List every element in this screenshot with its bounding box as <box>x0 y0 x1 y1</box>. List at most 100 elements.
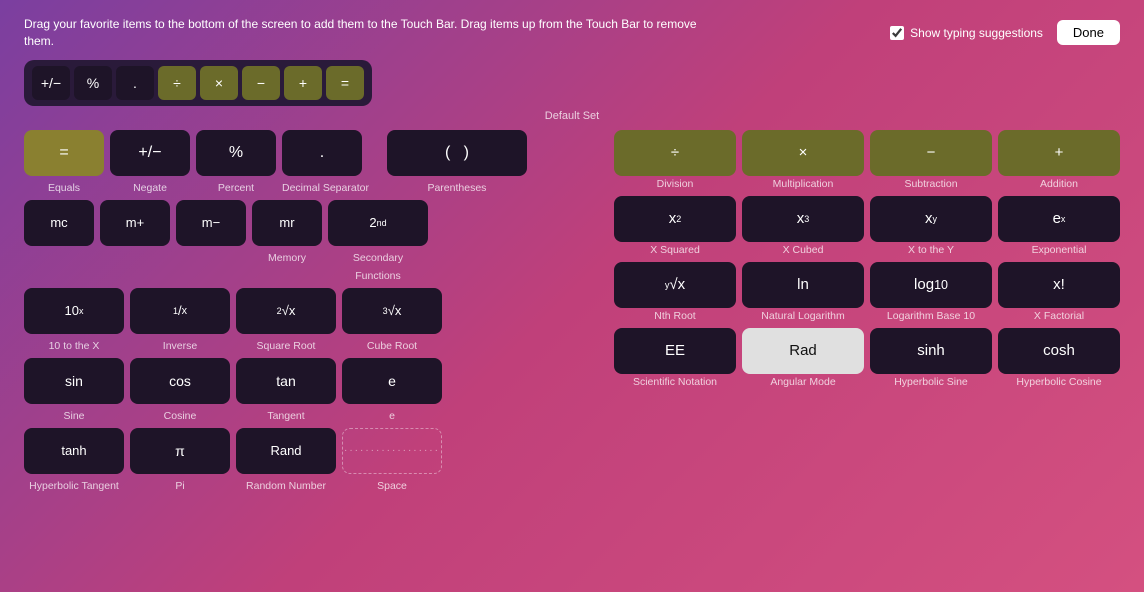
row1-buttons: = +/− % . <box>24 130 369 176</box>
ds-subtract[interactable]: − <box>242 66 280 100</box>
equals-button[interactable]: = <box>24 130 104 176</box>
inverse-button[interactable]: 1/x <box>130 288 230 334</box>
cbrt-button[interactable]: 3√x <box>342 288 442 334</box>
cos-label: Cosine <box>130 406 230 424</box>
ds-add[interactable]: + <box>284 66 322 100</box>
main-grid: = +/− % . Equals Negate Percent Decimal … <box>24 130 1120 498</box>
row4: sin cos tan e Sine Cosine Tangent e <box>24 358 584 424</box>
tan-button[interactable]: tan <box>236 358 336 404</box>
10x-label: 10 to the X <box>24 336 124 354</box>
roots-row: y√x ln log10 x! Nth Root Natural Logarit… <box>614 262 1120 322</box>
ds-negate[interactable]: +/− <box>32 66 70 100</box>
subtraction-button[interactable]: − <box>870 130 992 176</box>
ln-button[interactable]: ln <box>742 262 864 308</box>
10x-button[interactable]: 10x <box>24 288 124 334</box>
percent-label: Percent <box>196 178 276 196</box>
secondary-label: SecondaryFunctions <box>328 248 428 284</box>
negate-button[interactable]: +/− <box>110 130 190 176</box>
tanh-label: Hyperbolic Tangent <box>24 476 124 494</box>
ee-label: Scientific Notation <box>614 376 736 388</box>
cbrt-label: Cube Root <box>342 336 442 354</box>
sinh-label: Hyperbolic Sine <box>870 376 992 388</box>
subtraction-label: Subtraction <box>870 178 992 190</box>
sin-label: Sine <box>24 406 124 424</box>
multiplication-button[interactable]: × <box>742 130 864 176</box>
xtoy-button[interactable]: xy <box>870 196 992 242</box>
equals-label: Equals <box>24 178 104 196</box>
addition-button[interactable]: + <box>998 130 1120 176</box>
percent-button[interactable]: % <box>196 130 276 176</box>
ds-decimal[interactable]: . <box>116 66 154 100</box>
tanh-button[interactable]: tanh <box>24 428 124 474</box>
cosh-button[interactable]: cosh <box>998 328 1120 374</box>
ex-button[interactable]: ex <box>998 196 1120 242</box>
xfactorial-label: X Factorial <box>998 310 1120 322</box>
secondary-button[interactable]: 2nd <box>328 200 428 246</box>
show-typing-label[interactable]: Show typing suggestions <box>890 26 1043 40</box>
content-area: +/− % . ÷ × − + = Default Set = +/− % . <box>0 60 1144 508</box>
top-right-controls: Show typing suggestions Done <box>890 20 1120 45</box>
mminus-button[interactable]: m− <box>176 200 246 246</box>
row2: mc m+ m− mr 2nd Memory SecondaryFunction… <box>24 200 584 284</box>
left-column: = +/− % . Equals Negate Percent Decimal … <box>24 130 584 498</box>
default-set-buttons: +/− % . ÷ × − + = <box>24 60 372 106</box>
sin-button[interactable]: sin <box>24 358 124 404</box>
e-button[interactable]: e <box>342 358 442 404</box>
sqrt-label: Square Root <box>236 336 336 354</box>
row1-right: ( ) Parentheses <box>387 130 527 200</box>
xcubed-button[interactable]: x3 <box>742 196 864 242</box>
row1-labels: Equals Negate Percent Decimal Separator <box>24 178 369 196</box>
mc-button[interactable]: mc <box>24 200 94 246</box>
rand-label: Random Number <box>236 476 336 494</box>
pi-label: Pi <box>130 476 230 494</box>
powers-row: x2 x3 xy ex X Squared X Cubed X to the Y… <box>614 196 1120 256</box>
top-bar: Drag your favorite items to the bottom o… <box>0 0 1144 60</box>
sinh-button[interactable]: sinh <box>870 328 992 374</box>
show-typing-checkbox[interactable] <box>890 26 904 40</box>
xsquared-button[interactable]: x2 <box>614 196 736 242</box>
decimal-button[interactable]: . <box>282 130 362 176</box>
instruction-text: Drag your favorite items to the bottom o… <box>24 16 704 50</box>
ln-label: Natural Logarithm <box>742 310 864 322</box>
log10-button[interactable]: log10 <box>870 262 992 308</box>
ex-label: Exponential <box>998 244 1120 256</box>
done-button[interactable]: Done <box>1057 20 1120 45</box>
xcubed-label: X Cubed <box>742 244 864 256</box>
inverse-label: Inverse <box>130 336 230 354</box>
rad-button[interactable]: Rad <box>742 328 864 374</box>
mplus-button[interactable]: m+ <box>100 200 170 246</box>
ee-button[interactable]: EE <box>614 328 736 374</box>
ds-percent[interactable]: % <box>74 66 112 100</box>
nthroot-button[interactable]: y√x <box>614 262 736 308</box>
default-set-label: Default Set <box>24 110 1120 122</box>
multiplication-label: Multiplication <box>742 178 864 190</box>
rand-button[interactable]: Rand <box>236 428 336 474</box>
cosh-label: Hyperbolic Cosine <box>998 376 1120 388</box>
sqrt-button[interactable]: 2√x <box>236 288 336 334</box>
default-set-section: +/− % . ÷ × − + = Default Set <box>24 60 1120 122</box>
division-button[interactable]: ÷ <box>614 130 736 176</box>
decimal-label: Decimal Separator <box>282 178 369 196</box>
space-button[interactable]: ·················· <box>342 428 442 474</box>
ds-divide[interactable]: ÷ <box>158 66 196 100</box>
xfactorial-button[interactable]: x! <box>998 262 1120 308</box>
log10-label: Logarithm Base 10 <box>870 310 992 322</box>
ds-equals[interactable]: = <box>326 66 364 100</box>
space-label: Space <box>342 476 442 494</box>
cos-button[interactable]: cos <box>130 358 230 404</box>
ds-multiply[interactable]: × <box>200 66 238 100</box>
xsquared-label: X Squared <box>614 244 736 256</box>
row1-left: = +/− % . Equals Negate Percent Decimal … <box>24 130 369 200</box>
memory-label: Memory <box>252 248 322 284</box>
parentheses-label: Parentheses <box>387 178 527 196</box>
division-label: Division <box>614 178 736 190</box>
e-label: e <box>342 406 442 424</box>
tan-label: Tangent <box>236 406 336 424</box>
negate-label: Negate <box>110 178 190 196</box>
hyp-row: EE Rad sinh cosh Scientific Notation Ang… <box>614 328 1120 388</box>
nthroot-label: Nth Root <box>614 310 736 322</box>
pi-button[interactable]: π <box>130 428 230 474</box>
mr-button[interactable]: mr <box>252 200 322 246</box>
parentheses-button[interactable]: ( ) <box>387 130 527 176</box>
row3: 10x 1/x 2√x 3√x 10 to the X Inverse Squa… <box>24 288 584 354</box>
